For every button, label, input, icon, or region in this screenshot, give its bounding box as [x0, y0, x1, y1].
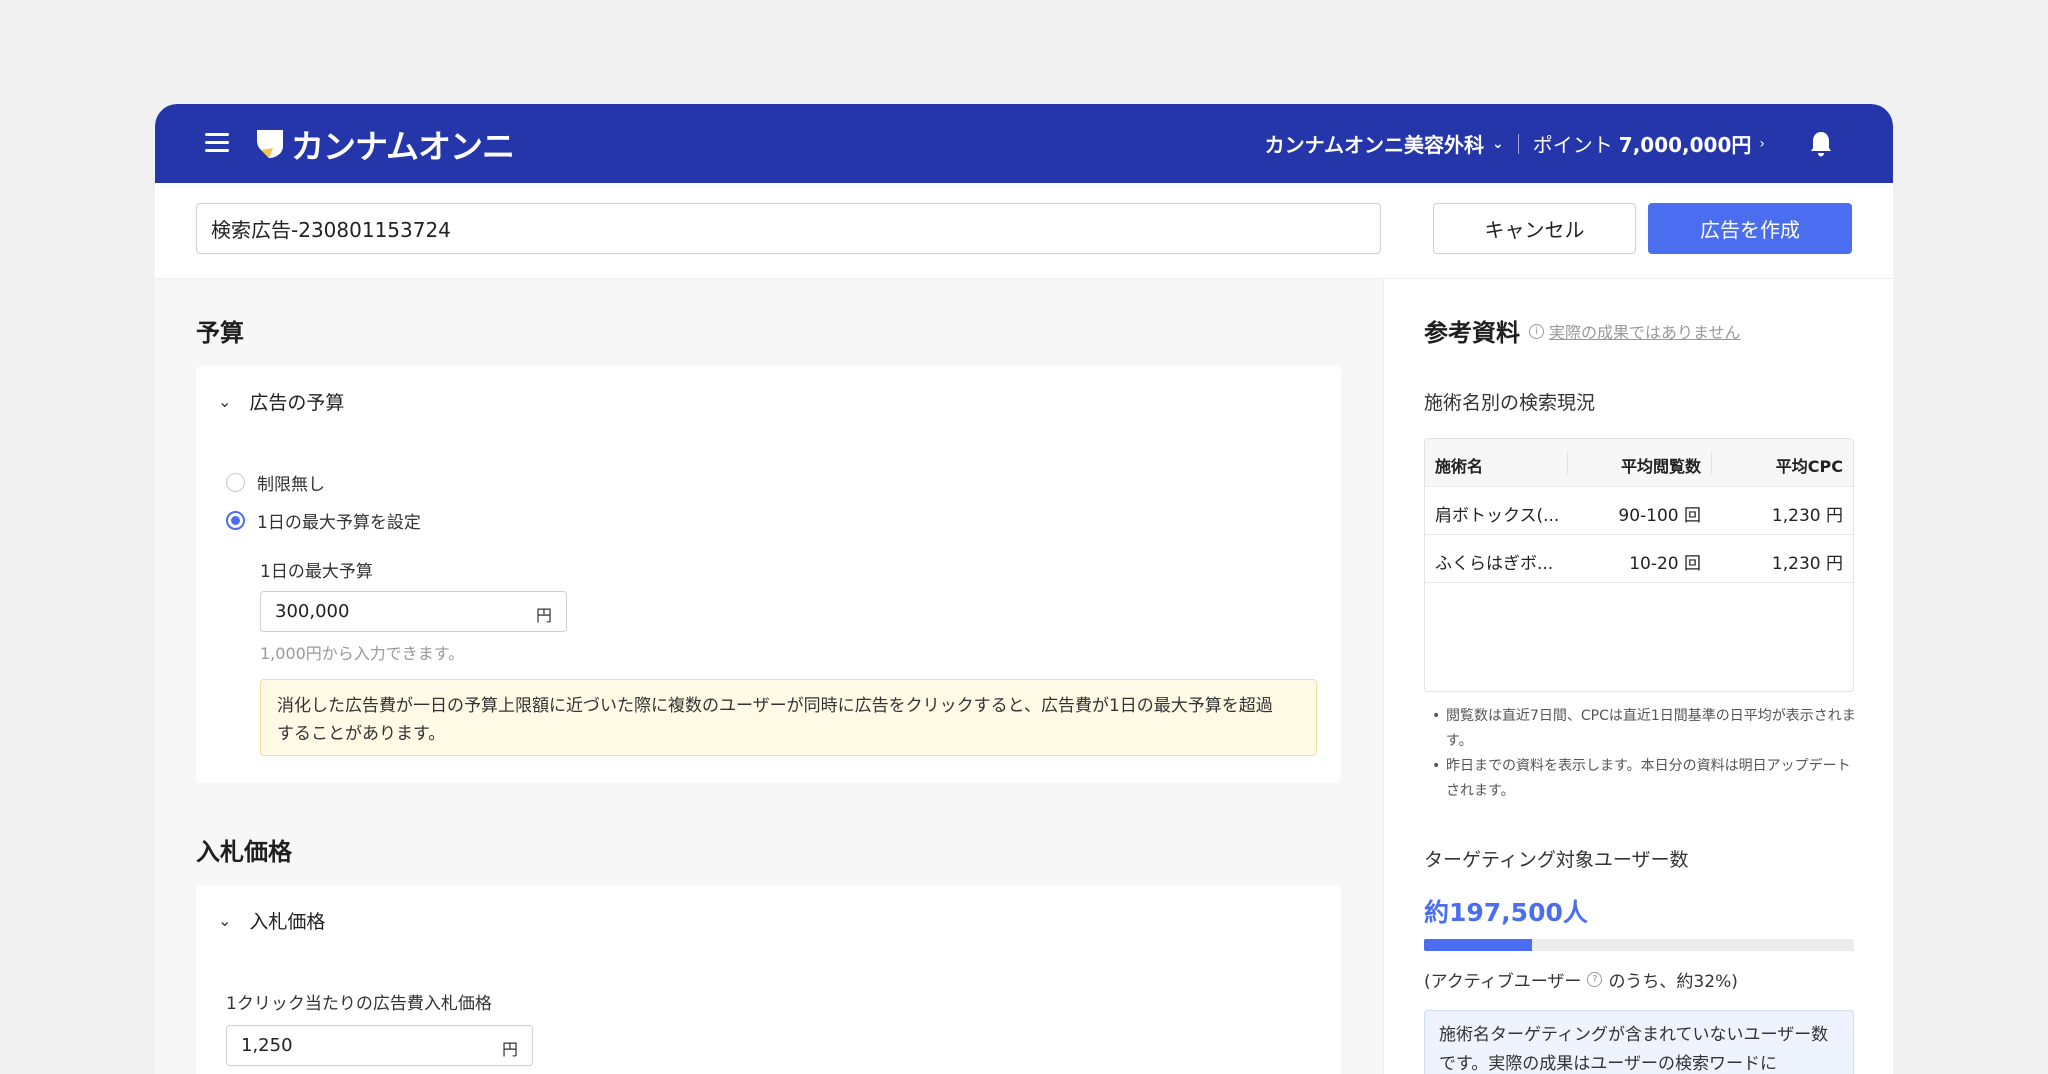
table-row: 肩ボトックス(... 90-100 回 1,230 円	[1425, 487, 1853, 535]
table-header: 平均CPC	[1775, 457, 1843, 476]
logo[interactable]: カンナムオンニ	[255, 124, 515, 166]
ad-name-row: キャンセル 広告を作成	[155, 183, 1893, 279]
notice-line-1: 消化した広告費が一日の予算上限額に近づいた際に複数のユーザーが同時に広告をクリッ…	[277, 696, 1273, 716]
info-icon: i	[1529, 323, 1544, 339]
table-header: 平均閲覧数	[1620, 457, 1701, 476]
radio-unlimited[interactable]: 制限無し	[226, 470, 325, 495]
targeting-title: ターゲティング対象ユーザー数	[1424, 849, 1689, 871]
ad-name-input[interactable]	[196, 203, 1381, 254]
points-label: ポイント	[1532, 133, 1613, 157]
list-item: 閲覧数は直近7日間、CPCは直近1日間基準の日平均が表示されます。	[1424, 704, 1860, 754]
table-cell: 10-20 回	[1629, 554, 1701, 574]
chevron-down-icon: ⌄	[218, 392, 232, 411]
reference-title: 参考資料	[1424, 319, 1520, 347]
clinic-name: カンナムオンニ美容外科	[1264, 133, 1485, 157]
targeting-progress-fill	[1424, 939, 1532, 951]
budget-section-title: 予算	[196, 319, 244, 347]
chevron-down-icon: ⌄	[218, 911, 232, 930]
table-header: 施術名	[1435, 457, 1484, 476]
table-cell: 1,230 円	[1771, 506, 1843, 526]
daily-budget-field: 円	[260, 591, 567, 632]
header-right: カンナムオンニ美容外科 ⌄ ポイント 7,000,000円 ›	[1265, 104, 1833, 183]
logo-text: カンナムオンニ	[291, 127, 515, 166]
bid-field-label: 1クリック当たりの広告費入札価格	[226, 994, 492, 1014]
table-row: ふくらはぎボ... 10-20 回 1,230 円	[1425, 535, 1853, 583]
bid-card-title: 入札価格	[249, 911, 326, 933]
bid-card-header[interactable]: ⌄ 入札価格	[218, 907, 325, 934]
create-ad-button[interactable]: 広告を作成	[1648, 203, 1852, 254]
table-header-row: 施術名 平均閲覧数 平均CPC	[1425, 439, 1853, 487]
main-form: 予算 ⌄ 広告の予算 制限無し 1日の最大予算を設定 1日の最大予算 円 1,0…	[155, 279, 1383, 1074]
bell-icon[interactable]	[1809, 130, 1833, 158]
search-status-table: 施術名 平均閲覧数 平均CPC 肩ボトックス(... 90-100 回 1,23…	[1424, 438, 1854, 692]
targeting-progress-bar	[1424, 939, 1854, 951]
budget-card-title: 広告の予算	[249, 392, 345, 414]
divider	[1517, 133, 1519, 154]
search-status-title: 施術名別の検索現況	[1424, 392, 1596, 414]
bid-field: 円	[226, 1025, 533, 1066]
radio-unlimited-circle[interactable]	[226, 473, 245, 492]
bid-section-title: 入札価格	[196, 838, 292, 866]
budget-card-header[interactable]: ⌄ 広告の予算	[218, 388, 344, 415]
table-cell: ふくらはぎボ...	[1435, 554, 1554, 574]
budget-notice: 消化した広告費が一日の予算上限額に近づいた際に複数のユーザーが同時に広告をクリッ…	[260, 679, 1317, 756]
daily-budget-input[interactable]	[261, 592, 566, 631]
reference-panel: 参考資料 i 実際の成果ではありません 施術名別の検索現況 施術名 平均閲覧数 …	[1383, 279, 1893, 1074]
radio-unlimited-label: 制限無し	[257, 475, 325, 495]
notice-line-2: することがあります。	[277, 724, 446, 744]
table-cell: 肩ボトックス(...	[1435, 506, 1560, 526]
active-suffix: のうち、約32%)	[1608, 972, 1738, 992]
chevron-down-icon: ⌄	[1492, 135, 1504, 152]
app-window: カンナムオンニ カンナムオンニ美容外科 ⌄ ポイント 7,000,000円 › …	[155, 104, 1893, 1074]
clinic-selector[interactable]: カンナムオンニ美容外科 ⌄	[1265, 129, 1504, 158]
active-users-line: (アクティブユーザー ? のうち、約32%)	[1424, 967, 1738, 992]
yen-unit: 円	[535, 606, 552, 625]
targeting-count: 約197,500人	[1424, 898, 1588, 927]
radio-daily-budget[interactable]: 1日の最大予算を設定	[226, 508, 421, 533]
top-navigation-bar: カンナムオンニ カンナムオンニ美容外科 ⌄ ポイント 7,000,000円 ›	[155, 104, 1893, 183]
radio-daily-label: 1日の最大予算を設定	[257, 513, 421, 533]
logo-mark-icon	[257, 130, 283, 158]
table-cell: 1,230 円	[1771, 554, 1843, 574]
list-item: 昨日までの資料を表示します。本日分の資料は明日アップデートされます。	[1424, 754, 1860, 804]
yen-unit: 円	[501, 1040, 518, 1059]
cancel-button[interactable]: キャンセル	[1433, 203, 1636, 254]
active-prefix: (アクティブユーザー	[1424, 972, 1582, 992]
reference-note: i 実際の成果ではありません	[1529, 319, 1741, 343]
targeting-info-box: 施術名ターゲティングが含まれていないユーザー数です。実際の成果はユーザーの検索ワ…	[1424, 1010, 1854, 1074]
budget-hint: 1,000円から入力できます。	[260, 644, 465, 663]
points-link[interactable]: ポイント 7,000,000円 ›	[1533, 129, 1765, 158]
points-value: 7,000,000円	[1618, 133, 1752, 157]
radio-daily-circle[interactable]	[226, 511, 245, 530]
bid-card: ⌄ 入札価格 1クリック当たりの広告費入札価格 円	[196, 885, 1341, 1074]
table-cell: 90-100 回	[1618, 506, 1701, 526]
chevron-right-icon: ›	[1759, 135, 1765, 152]
budget-card: ⌄ 広告の予算 制限無し 1日の最大予算を設定 1日の最大予算 円 1,000円…	[196, 366, 1341, 783]
help-icon[interactable]: ?	[1587, 972, 1603, 987]
reference-notes-list: 閲覧数は直近7日間、CPCは直近1日間基準の日平均が表示されます。 昨日までの資…	[1424, 704, 1860, 804]
daily-budget-label: 1日の最大予算	[260, 562, 373, 582]
menu-icon[interactable]	[205, 133, 229, 153]
bid-input[interactable]	[227, 1026, 532, 1065]
reference-note-link[interactable]: 実際の成果ではありません	[1549, 319, 1741, 343]
